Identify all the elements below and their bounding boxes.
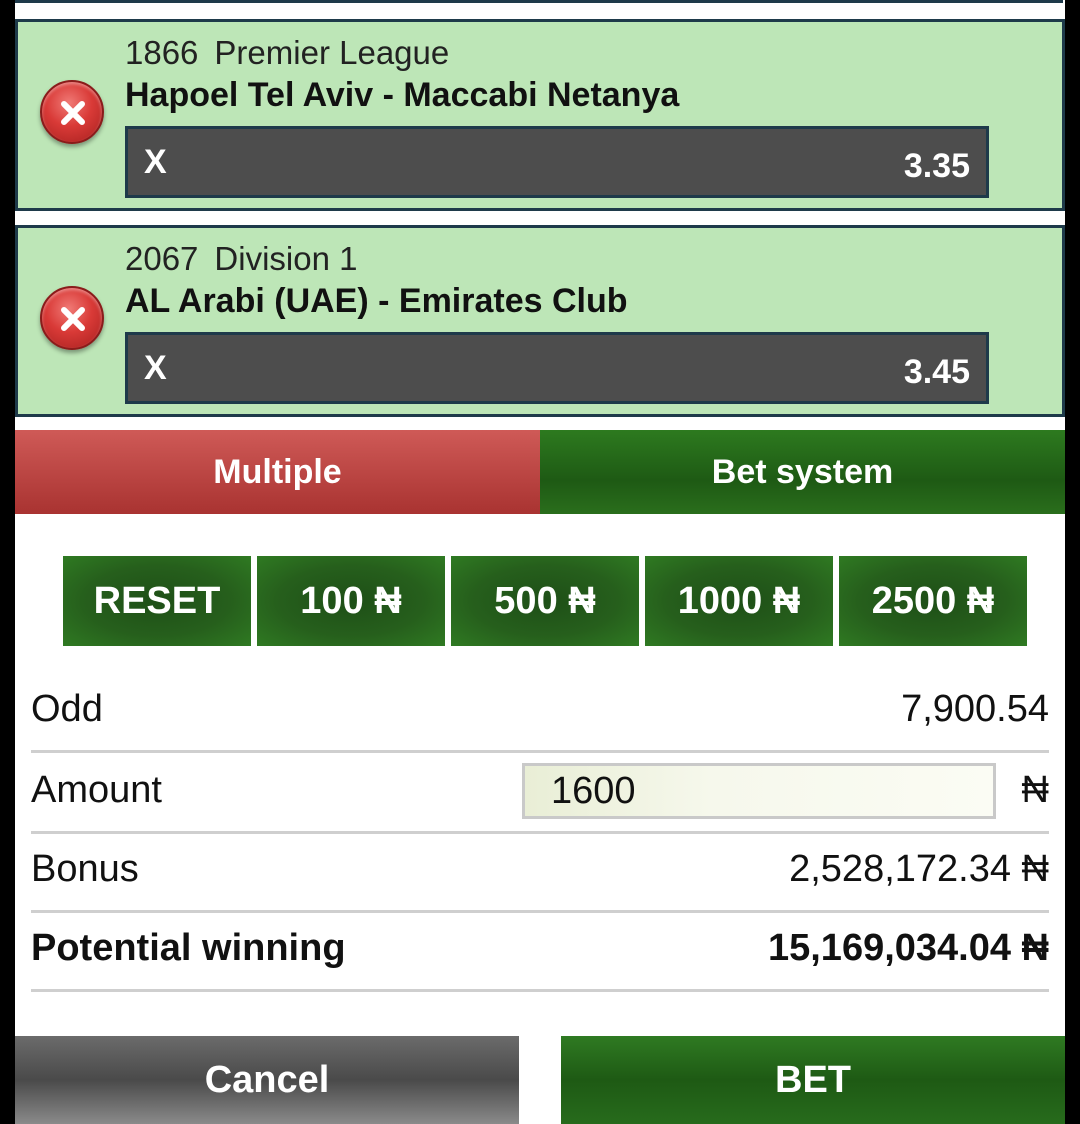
quick-stake-row: RESET 100 ₦ 500 ₦ 1000 ₦ 2500 ₦ <box>63 556 1033 646</box>
match-card: 1866 Premier League Hapoel Tel Aviv - Mac… <box>15 19 1065 211</box>
match-code: 1866 <box>125 34 199 71</box>
selection-bar[interactable]: X 3.35 <box>125 126 989 198</box>
previous-match-edge <box>15 0 1063 3</box>
selection-bar[interactable]: X 3.45 <box>125 332 989 404</box>
match-code: 2067 <box>125 240 199 277</box>
potential-winning-label: Potential winning <box>31 927 346 969</box>
potential-winning-value: 15,169,034.04 ₦ <box>767 927 1049 969</box>
amount-label: Amount <box>31 769 162 811</box>
match-meta: 1866 Premier League <box>125 34 449 72</box>
reset-button[interactable]: RESET <box>63 556 251 646</box>
odd-row: Odd 7,900.54 <box>31 672 1049 753</box>
bet-button[interactable]: BET <box>561 1036 1065 1124</box>
selection-odds: 3.35 <box>903 147 970 185</box>
cancel-button[interactable]: Cancel <box>15 1036 519 1124</box>
amount-row: Amount 1600 ₦ <box>31 753 1049 834</box>
currency-symbol: ₦ <box>1021 769 1049 811</box>
amount-input[interactable]: 1600 <box>522 763 996 819</box>
bet-slip: 1866 Premier League Hapoel Tel Aviv - Mac… <box>15 0 1065 1124</box>
odd-value: 7,900.54 <box>901 688 1049 730</box>
league-name: Premier League <box>214 34 450 71</box>
match-teams: Hapoel Tel Aviv - Maccabi Netanya <box>125 76 680 114</box>
close-icon <box>61 307 85 331</box>
remove-match-button[interactable] <box>40 286 104 350</box>
potential-winning-row: Potential winning 15,169,034.04 ₦ <box>31 913 1049 992</box>
selection-pick: X <box>144 143 167 181</box>
bet-type-tabs: Multiple Bet system <box>15 430 1065 514</box>
selection-pick: X <box>144 349 167 387</box>
remove-match-button[interactable] <box>40 80 104 144</box>
league-name: Division 1 <box>214 240 358 277</box>
match-card: 2067 Division 1 AL Arabi (UAE) - Emirates… <box>15 225 1065 417</box>
match-teams: AL Arabi (UAE) - Emirates Club <box>125 282 628 320</box>
close-icon <box>61 101 85 125</box>
match-meta: 2067 Division 1 <box>125 240 357 278</box>
odd-label: Odd <box>31 688 103 730</box>
tab-multiple[interactable]: Multiple <box>15 430 540 514</box>
bonus-value: 2,528,172.34 ₦ <box>789 848 1049 890</box>
stake-2500-button[interactable]: 2500 ₦ <box>839 556 1027 646</box>
stake-500-button[interactable]: 500 ₦ <box>451 556 639 646</box>
stake-100-button[interactable]: 100 ₦ <box>257 556 445 646</box>
bonus-row: Bonus 2,528,172.34 ₦ <box>31 834 1049 913</box>
tab-bet-system[interactable]: Bet system <box>540 430 1065 514</box>
bonus-label: Bonus <box>31 848 139 890</box>
stake-1000-button[interactable]: 1000 ₦ <box>645 556 833 646</box>
selection-odds: 3.45 <box>903 353 970 391</box>
